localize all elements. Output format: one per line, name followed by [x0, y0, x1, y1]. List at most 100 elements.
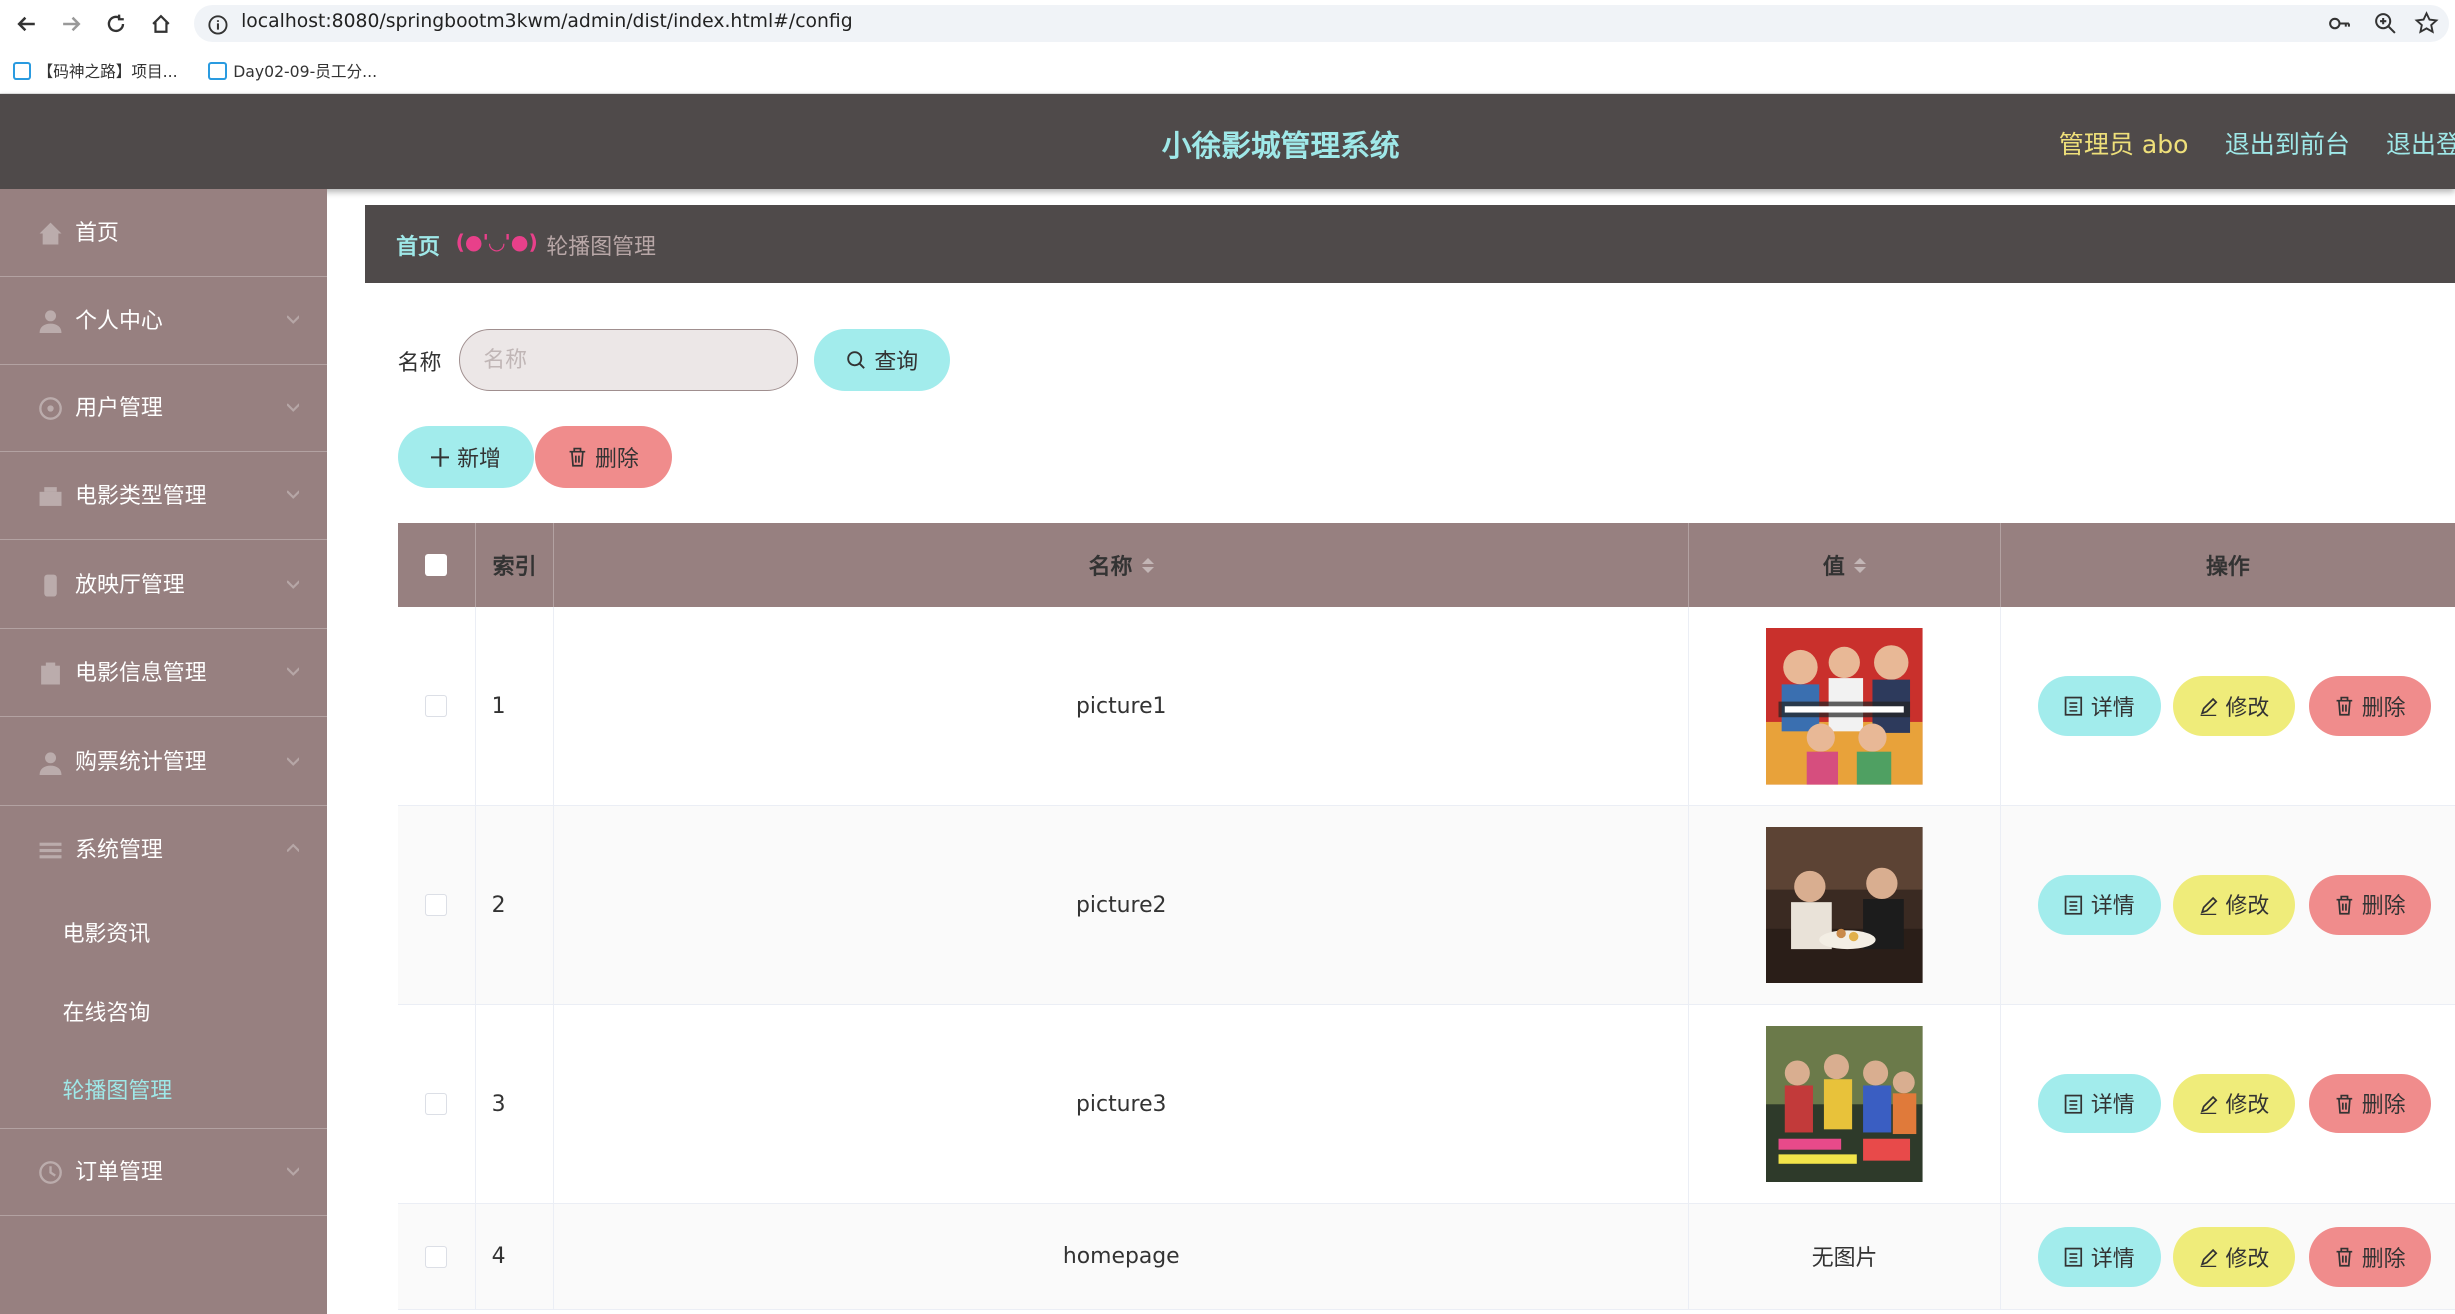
carousel-image-thumbnail[interactable]	[1766, 1025, 1923, 1183]
header-value[interactable]: 值	[1689, 522, 2001, 608]
row-checkbox[interactable]	[425, 894, 448, 917]
row-checkbox[interactable]	[425, 695, 448, 718]
sidebar-item-movies[interactable]: 电影信息管理	[0, 629, 328, 718]
breadcrumb-separator: (●'◡'●)	[455, 230, 538, 255]
select-all-cell	[398, 522, 476, 608]
actions-cell: 详情 修改 删除	[2001, 1005, 2455, 1203]
document-icon	[2064, 1094, 2083, 1114]
sidebar-subitem-carousel[interactable]: 轮播图管理	[0, 1051, 328, 1129]
document-icon	[2064, 1247, 2083, 1267]
edit-button[interactable]: 修改	[2173, 1073, 2296, 1134]
header-actions-label: 操作	[2205, 554, 2250, 580]
actions-cell: 详情 修改 删除	[2001, 607, 2455, 805]
detail-button[interactable]: 详情	[2038, 676, 2161, 736]
folder-icon	[39, 486, 62, 506]
detail-label: 详情	[2090, 1246, 2135, 1272]
edit-label: 修改	[2225, 1246, 2270, 1272]
trash-icon	[569, 447, 586, 467]
sidebar-subitem-online-consult[interactable]: 在线咨询	[0, 972, 327, 1050]
sidebar-subitem-movie-news[interactable]: 电影资讯	[0, 894, 327, 972]
trash-icon	[2336, 696, 2353, 716]
sidebar-item-label: 放映厅管理	[75, 573, 185, 599]
sidebar-item-system[interactable]: 系统管理	[0, 806, 327, 894]
home-browser-icon[interactable]	[146, 8, 177, 39]
users-icon	[38, 397, 62, 420]
edit-button[interactable]: 修改	[2173, 875, 2296, 935]
header-name-label: 名称	[1088, 554, 1133, 580]
sidebar-item-movie-types[interactable]: 电影类型管理	[0, 452, 328, 541]
carousel-image-thumbnail[interactable]	[1766, 628, 1923, 785]
document-icon	[2064, 696, 2083, 716]
detail-label: 详情	[2090, 894, 2135, 920]
sort-icon[interactable]	[1141, 557, 1154, 573]
sidebar-item-users[interactable]: 用户管理	[0, 365, 328, 453]
admin-name: 管理员 abo	[2058, 130, 2189, 160]
detail-button[interactable]: 详情	[2038, 1073, 2161, 1134]
bookmark-item[interactable]: 【码神之路】项目...	[12, 59, 178, 82]
row-checkbox-cell	[398, 806, 476, 1005]
name-cell: picture2	[554, 806, 1690, 1005]
row-delete-button[interactable]: 删除	[2309, 1073, 2432, 1134]
password-key-icon[interactable]	[2327, 11, 2352, 42]
index-cell: 4	[476, 1203, 555, 1310]
index-cell: 2	[476, 806, 555, 1005]
sidebar-item-halls[interactable]: 放映厅管理	[0, 542, 328, 630]
query-button[interactable]: 查询	[814, 328, 951, 392]
reload-icon[interactable]	[100, 8, 131, 39]
bookmark-item[interactable]: Day02-09-员工分...	[208, 59, 377, 82]
detail-button[interactable]: 详情	[2038, 1227, 2161, 1287]
sidebar-item-profile[interactable]: 个人中心	[0, 277, 328, 365]
select-all-checkbox[interactable]	[425, 554, 448, 577]
sort-icon[interactable]	[1854, 557, 1867, 573]
back-arrow-icon[interactable]	[11, 8, 42, 39]
sidebar-item-ticket-stats[interactable]: 购票统计管理	[0, 719, 328, 807]
edit-button[interactable]: 修改	[2173, 1227, 2296, 1287]
header-name[interactable]: 名称	[554, 522, 1690, 608]
sidebar-item-label: 系统管理	[75, 837, 163, 863]
home-icon	[39, 222, 62, 245]
add-button-label: 新增	[457, 446, 501, 472]
detail-button[interactable]: 详情	[2038, 875, 2161, 935]
bookmark-label: Day02-09-员工分...	[233, 62, 378, 82]
sidebar-item-home[interactable]: 首页	[0, 189, 328, 278]
sidebar-item-label: 购票统计管理	[75, 750, 207, 776]
batch-delete-button[interactable]: 删除	[535, 425, 672, 489]
breadcrumb-home[interactable]: 首页	[396, 230, 440, 261]
breadcrumb-current: 轮播图管理	[546, 235, 656, 261]
back-to-front-link[interactable]: 退出到前台	[2225, 125, 2350, 161]
row-delete-button[interactable]: 删除	[2309, 875, 2432, 935]
row-checkbox[interactable]	[425, 1093, 448, 1115]
add-button[interactable]: 新增	[397, 425, 534, 489]
zoom-icon[interactable]	[2373, 11, 2398, 42]
bookmarks-bar: 【码神之路】项目... Day02-09-员工分...	[0, 46, 2455, 94]
search-input[interactable]	[458, 328, 799, 392]
table-row: 3 picture3 详情 修改 删除	[397, 1005, 2455, 1204]
site-info-icon[interactable]	[207, 13, 229, 42]
logout-link[interactable]: 退出登录	[2386, 125, 2455, 161]
sidebar-item-label: 订单管理	[75, 1160, 163, 1186]
film-icon	[40, 662, 60, 685]
table-header: 索引 名称 值 操作	[397, 522, 2455, 608]
row-delete-button[interactable]: 删除	[2309, 676, 2432, 736]
detail-label: 详情	[2090, 1093, 2135, 1119]
breadcrumb: 首页 (●'◡'●) 轮播图管理	[364, 205, 2455, 284]
index-cell: 3	[476, 1005, 555, 1203]
chevron-down-icon	[286, 667, 300, 677]
carousel-image-thumbnail[interactable]	[1766, 826, 1923, 984]
batch-delete-label: 删除	[594, 446, 639, 472]
star-bookmark-icon[interactable]	[2414, 11, 2439, 42]
edit-button[interactable]: 修改	[2173, 676, 2296, 736]
row-checkbox-cell	[398, 1005, 476, 1203]
forward-arrow-icon[interactable]	[55, 8, 86, 39]
sidebar-subitem-label: 电影资讯	[62, 922, 151, 948]
row-delete-button[interactable]: 删除	[2309, 1227, 2432, 1287]
chevron-down-icon	[286, 490, 300, 500]
row-checkbox[interactable]	[425, 1245, 448, 1268]
search-icon	[847, 351, 866, 369]
row-delete-label: 删除	[2361, 695, 2406, 721]
sidebar-item-orders[interactable]: 订单管理	[0, 1129, 328, 1217]
sidebar: 首页 个人中心 用户管理 电影类型管理 放映厅管理 电影信息管理 购票统计管理 …	[0, 189, 328, 1314]
trash-icon	[2336, 895, 2353, 915]
address-bar[interactable]: localhost:8080/springbootm3kwm/admin/dis…	[194, 4, 2449, 43]
header-index-label: 索引	[492, 554, 537, 580]
